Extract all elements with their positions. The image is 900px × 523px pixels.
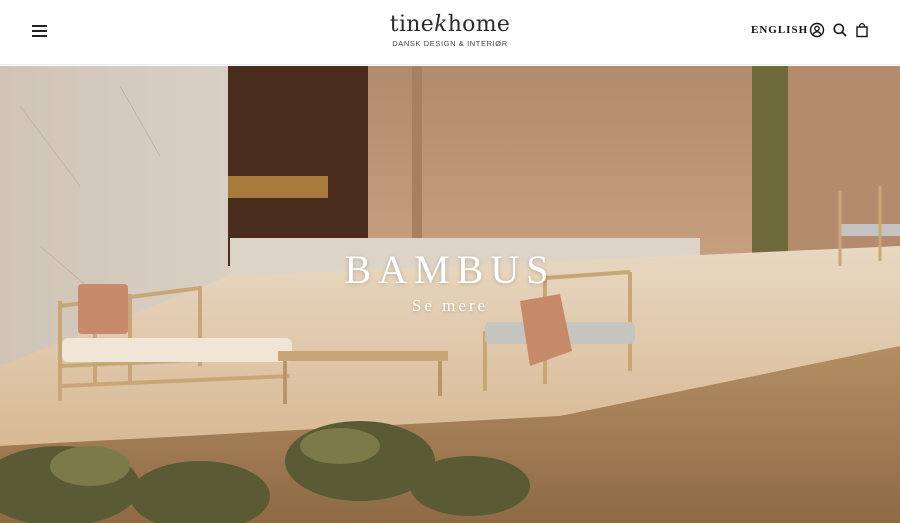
hero-image — [0, 66, 900, 523]
logo-tagline: DANSK DESIGN & INTERIØR — [392, 39, 508, 48]
hero-cta-link[interactable]: Se mere — [350, 296, 550, 316]
account-icon[interactable] — [809, 22, 825, 38]
logo-wordmark: tinekhome — [389, 12, 511, 37]
hero-banner[interactable]: BAMBUS Se mere — [0, 66, 900, 523]
bag-icon[interactable] — [854, 22, 870, 38]
language-link[interactable]: ENGLISH — [751, 24, 808, 36]
hero-title: BAMBUS — [344, 247, 556, 292]
search-icon[interactable] — [832, 22, 848, 38]
site-header: tinekhome DANSK DESIGN & INTERIØR ENGLIS… — [0, 0, 900, 65]
menu-icon[interactable] — [32, 24, 48, 37]
site-logo[interactable]: tinekhome DANSK DESIGN & INTERIØR — [350, 12, 550, 48]
